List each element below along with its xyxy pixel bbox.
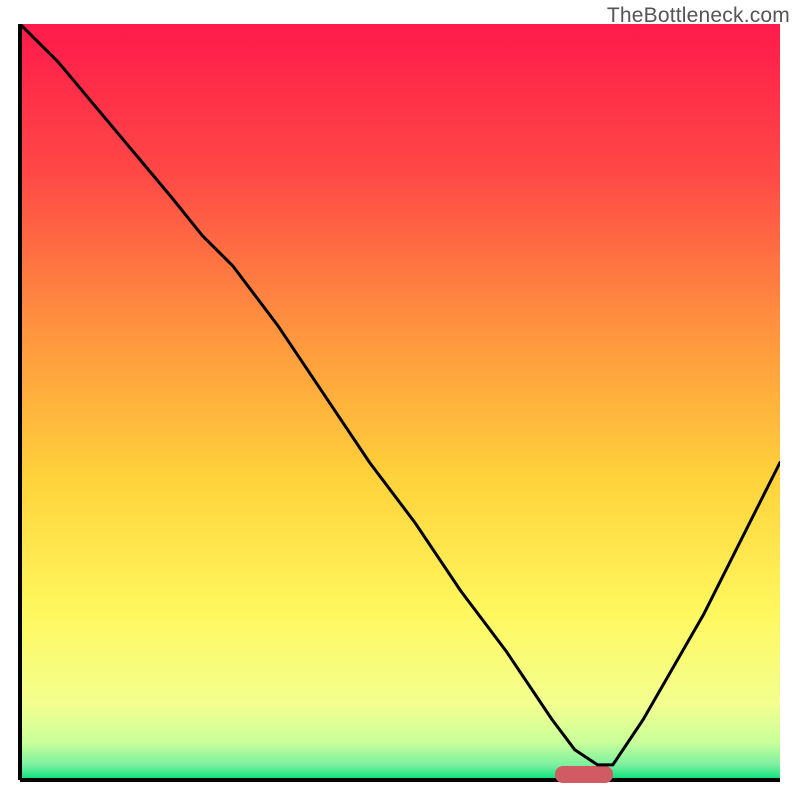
highlight-marker: [555, 766, 613, 783]
plot-background: [20, 24, 780, 780]
watermark-text: TheBottleneck.com: [607, 4, 790, 28]
chart-container: TheBottleneck.com: [0, 0, 800, 800]
chart-svg: [0, 0, 800, 800]
